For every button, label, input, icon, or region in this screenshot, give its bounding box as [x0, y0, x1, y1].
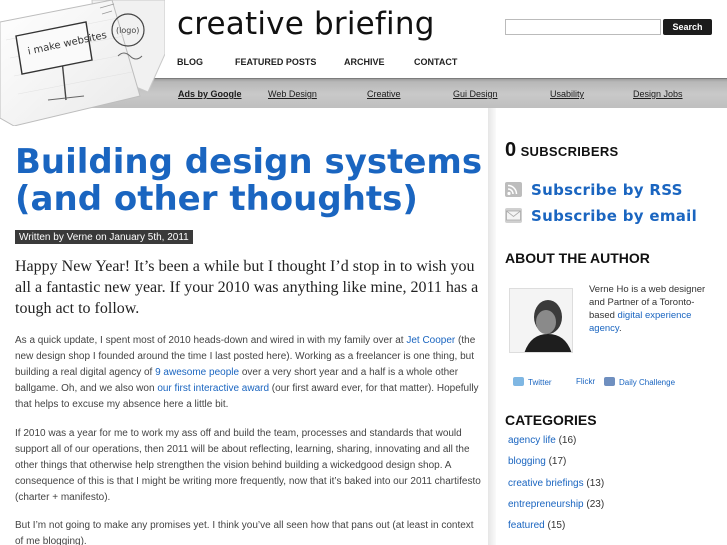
- category-count: (15): [547, 520, 566, 531]
- twitter-link[interactable]: Twitter: [513, 377, 552, 389]
- post-intro: Happy New Year! It’s been a while but I …: [15, 258, 479, 317]
- search-button[interactable]: Search: [663, 19, 712, 35]
- jet-cooper-link[interactable]: Jet Cooper: [406, 335, 455, 346]
- ad-link-web-design[interactable]: Web Design: [268, 89, 317, 99]
- site-title[interactable]: creative briefing: [177, 6, 435, 42]
- category-item[interactable]: agency life (16): [508, 435, 576, 446]
- category-item[interactable]: featured (15): [508, 520, 565, 531]
- flickr-label: Flickr: [576, 377, 596, 386]
- daily-challenge-icon: [604, 377, 615, 386]
- subscribe-email-label[interactable]: Subscribe by email: [531, 207, 697, 225]
- subscribe-rss-label[interactable]: Subscribe by RSS: [531, 181, 683, 199]
- category-count: (17): [548, 456, 567, 467]
- email-icon: [505, 208, 522, 223]
- categories-heading: CATEGORIES: [505, 412, 597, 428]
- category-count: (23): [586, 499, 605, 510]
- post-meta-badge: Written by Verne on January 5th, 2011: [15, 230, 193, 244]
- category-count: (16): [558, 435, 577, 446]
- daily-challenge-link[interactable]: Daily Challenge: [604, 377, 675, 389]
- category-item[interactable]: blogging (17): [508, 456, 566, 467]
- category-item[interactable]: creative briefings (13): [508, 478, 604, 489]
- category-name[interactable]: blogging: [508, 456, 546, 467]
- category-name[interactable]: entrepreneurship: [508, 499, 584, 510]
- twitter-icon: [513, 377, 524, 386]
- rss-icon: [505, 182, 522, 197]
- subscriber-label: SUBSCRIBERS: [520, 144, 619, 159]
- category-name[interactable]: featured: [508, 520, 545, 531]
- nav-item-contact[interactable]: CONTACT: [414, 57, 457, 67]
- daily-challenge-label: Daily Challenge: [619, 378, 676, 387]
- site-header: i make websites (logo) creative briefing…: [0, 0, 727, 126]
- nav-item-featured-posts[interactable]: FEATURED POSTS: [235, 57, 316, 67]
- logo-tag-text: (logo): [116, 26, 139, 35]
- author-bio-text: .: [618, 323, 622, 334]
- sidebar: 0 SUBSCRIBERS Subscribe by RSS Subscribe…: [496, 108, 727, 545]
- post-content: Building design systems (and other thoug…: [0, 108, 490, 545]
- team-link[interactable]: 9 awesome people: [155, 367, 239, 378]
- category-item[interactable]: entrepreneurship (23): [508, 499, 604, 510]
- category-name[interactable]: agency life: [508, 435, 556, 446]
- twitter-label: Twitter: [528, 378, 552, 387]
- author-avatar: [509, 288, 573, 353]
- ad-link-design-jobs[interactable]: Design Jobs: [633, 89, 683, 99]
- ad-link-creative[interactable]: Creative: [367, 89, 401, 99]
- post-paragraph: As a quick update, I spent most of 2010 …: [15, 333, 482, 413]
- post-paragraph: But I’m not going to make any promises y…: [15, 520, 474, 545]
- paragraph-text: As a quick update, I spent most of 2010 …: [15, 335, 407, 346]
- nav-item-blog[interactable]: BLOG: [177, 57, 203, 67]
- flickr-link[interactable]: Flickr: [576, 377, 595, 389]
- award-link[interactable]: our first interactive award: [157, 383, 269, 394]
- search-input[interactable]: [505, 19, 661, 35]
- post-title[interactable]: Building design systems (and other thoug…: [15, 144, 485, 218]
- subscriber-number: 0: [505, 139, 517, 161]
- nav-item-archive[interactable]: ARCHIVE: [344, 57, 385, 67]
- ad-link-gui-design[interactable]: Gui Design: [453, 89, 498, 99]
- ad-link-usability[interactable]: Usability: [550, 89, 584, 99]
- subscriber-count: 0 SUBSCRIBERS: [505, 139, 619, 162]
- ads-by-google-link[interactable]: Ads by Google: [178, 89, 242, 99]
- about-author-heading: ABOUT THE AUTHOR: [505, 250, 650, 266]
- category-name[interactable]: creative briefings: [508, 478, 584, 489]
- logo-illustration[interactable]: i make websites (logo): [0, 0, 165, 126]
- post-paragraph: If 2010 was a year for me to work my ass…: [15, 428, 481, 503]
- category-count: (13): [586, 478, 605, 489]
- author-bio: Verne Ho is a web designer and Partner o…: [589, 283, 709, 335]
- sidebar-divider: [488, 108, 496, 545]
